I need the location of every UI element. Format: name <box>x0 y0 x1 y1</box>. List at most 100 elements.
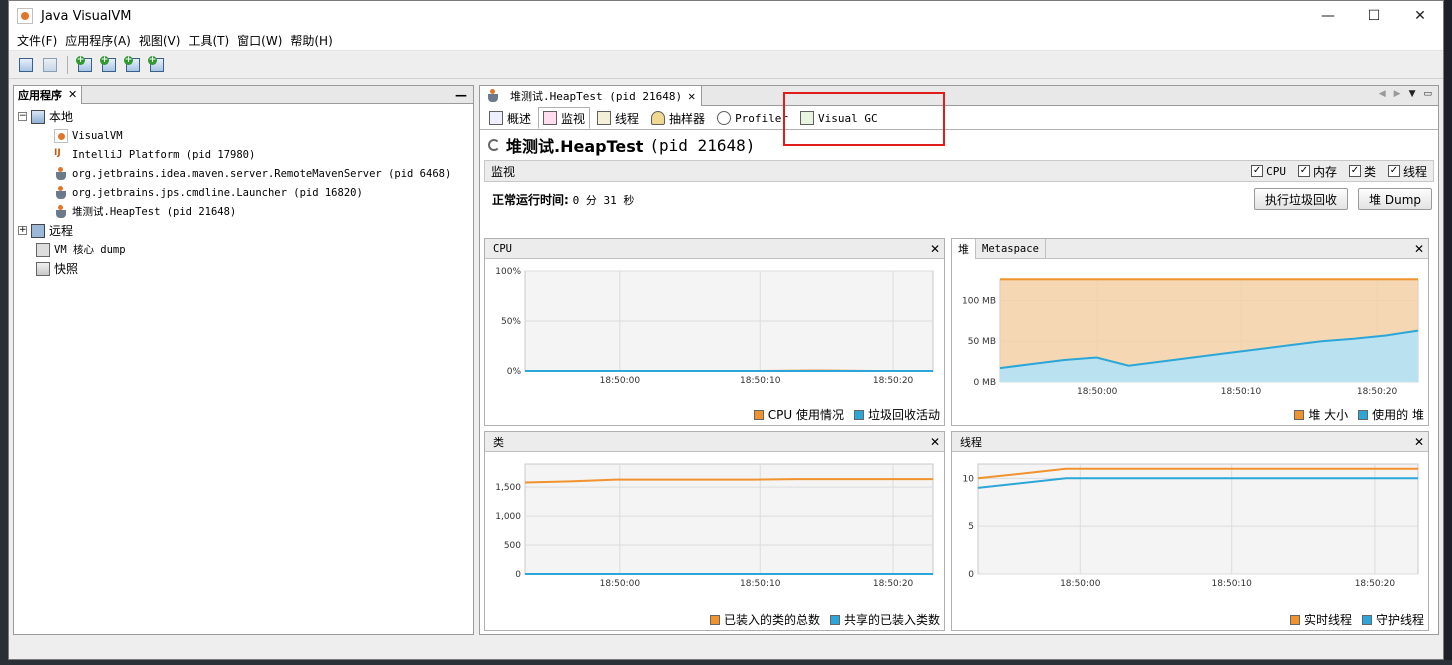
cpu-chart-title: CPU <box>493 242 512 255</box>
tab-threads[interactable]: 线程 <box>592 107 644 129</box>
scroll-left-icon[interactable]: ◀ <box>1379 89 1386 99</box>
legend-item: 使用的 堆 <box>1358 406 1424 423</box>
add-core-dump-icon[interactable]: + <box>124 55 142 74</box>
threads-chart-title: 线程 <box>960 435 982 449</box>
cpu-chart-close-icon[interactable]: ✕ <box>930 242 940 256</box>
checkbox-cpu[interactable]: ✓ CPU <box>1251 163 1286 180</box>
add-jmx-connection-icon[interactable]: + <box>76 55 94 74</box>
doc-maximize-icon[interactable]: ▭ <box>1423 89 1432 99</box>
tree-node-label: 堆测试.HeapTest (pid 21648) <box>72 206 237 218</box>
menu-bar: 文件(F) 应用程序(A) 视图(V) 工具(T) 窗口(W) 帮助(H) <box>9 31 1443 51</box>
tab-sampler[interactable]: 抽样器 <box>646 107 710 129</box>
tab-label: Profiler <box>735 111 789 125</box>
tree-node-label: IntelliJ Platform (pid 17980) <box>72 148 256 161</box>
checkbox-check-icon: ✓ <box>1348 165 1361 177</box>
tree-node-visualvm[interactable]: VisualVM <box>14 126 473 145</box>
tree-node-maven-server[interactable]: org.jetbrains.idea.maven.server.RemoteMa… <box>14 164 473 183</box>
x-tick-label: 18:50:00 <box>1060 579 1101 589</box>
applications-tab[interactable]: 应用程序 ✕ <box>14 85 83 104</box>
checkbox-classes[interactable]: ✓ 类 <box>1348 163 1376 180</box>
legend-item: 已装入的类的总数 <box>709 611 820 628</box>
checkbox-check-icon: ✓ <box>1297 165 1310 177</box>
x-tick-label: 18:50:00 <box>600 579 641 589</box>
checkbox-check-icon: ✓ <box>1387 165 1400 177</box>
doc-list-icon[interactable]: ▼ <box>1409 89 1416 99</box>
tree-node-snapshots[interactable]: 快照 <box>14 259 473 278</box>
minimize-button[interactable]: — <box>1305 1 1351 31</box>
java-app-icon <box>486 89 500 103</box>
menu-view[interactable]: 视图(V) <box>135 32 185 49</box>
heap-dump-button[interactable]: 堆 Dump <box>1358 188 1432 210</box>
y-tick-label: 0% <box>507 367 522 377</box>
threads-chart-close-icon[interactable]: ✕ <box>1414 435 1424 449</box>
heap-chart: 0 MB 50 MB 100 MB 18:50:00 18:50:10 18:50:20 <box>962 278 1419 397</box>
checkbox-memory[interactable]: ✓ 内存 <box>1297 163 1337 180</box>
expand-icon[interactable]: + <box>18 226 27 235</box>
checkbox-threads[interactable]: ✓ 线程 <box>1387 163 1427 180</box>
x-tick-label: 18:50:20 <box>873 579 914 589</box>
heaptest-document-tab[interactable]: 堆测试.HeapTest (pid 21648) ✕ <box>480 86 703 106</box>
classes-chart-close-icon[interactable]: ✕ <box>930 435 940 449</box>
tree-node-jps-launcher[interactable]: org.jetbrains.jps.cmdline.Launcher (pid … <box>14 183 473 202</box>
tab-metaspace[interactable]: Metaspace <box>976 238 1046 259</box>
legend-label: CPU 使用情况 <box>767 408 844 422</box>
menu-window[interactable]: 窗口(W) <box>233 32 286 49</box>
legend-item: 实时线程 <box>1289 611 1352 628</box>
threads-chart-panel: 线程 ✕ 0 5 10 18:50:00 18:50:10 18:50:20 实时线程 守… <box>951 431 1429 631</box>
threads-icon <box>597 111 612 125</box>
menu-tools[interactable]: 工具(T) <box>184 32 233 49</box>
uptime-value: 0 分 31 秒 <box>572 193 635 207</box>
core-dump-icon <box>36 242 50 257</box>
y-tick-label: 10 <box>963 474 975 484</box>
java-app-icon <box>54 185 68 200</box>
remote-host-icon <box>31 223 45 238</box>
y-tick-label: 0 <box>515 570 521 580</box>
tab-overview[interactable]: 概述 <box>484 107 536 129</box>
perform-gc-button[interactable]: 执行垃圾回收 <box>1254 188 1349 210</box>
classes-chart-panel: 类 ✕ 0 500 1,000 1,500 18:50:00 18:50:10 18:50:… <box>484 431 945 631</box>
y-tick-label: 500 <box>504 541 521 551</box>
tab-monitor[interactable]: 监视 <box>538 107 591 129</box>
snapshot-icon <box>36 261 50 276</box>
tab-label: 抽样器 <box>669 111 706 126</box>
tree-node-local[interactable]: − 本地 <box>14 107 473 126</box>
maximize-button[interactable]: ☐ <box>1351 1 1397 31</box>
scroll-right-icon[interactable]: ▶ <box>1394 89 1401 99</box>
menu-applications[interactable]: 应用程序(A) <box>61 32 135 49</box>
title-bar: Java VisualVM — ☐ ✕ <box>9 1 1443 31</box>
applications-tab-close-icon[interactable]: ✕ <box>68 88 77 101</box>
menu-help[interactable]: 帮助(H) <box>286 32 336 49</box>
tree-node-label: VM 核心 dump <box>54 244 126 256</box>
window-title: Java VisualVM <box>41 8 132 24</box>
legend-label: 共享的已装入类数 <box>843 613 940 627</box>
add-snapshot-icon[interactable]: + <box>148 55 166 74</box>
tab-profiler[interactable]: Profiler <box>712 107 793 129</box>
close-window-button[interactable]: ✕ <box>1397 1 1443 31</box>
classes-chart: 0 500 1,000 1,500 18:50:00 18:50:10 18:50:20 <box>495 463 934 589</box>
heap-chart-close-icon[interactable]: ✕ <box>1414 242 1424 256</box>
tree-node-label: org.jetbrains.jps.cmdline.Launcher (pid … <box>72 186 363 199</box>
visualvm-logo-icon <box>17 8 33 24</box>
checkbox-check-icon: ✓ <box>1251 165 1264 177</box>
applications-tab-label: 应用程序 <box>18 88 62 102</box>
doc-tab-close-icon[interactable]: ✕ <box>688 89 695 103</box>
load-snapshot-icon[interactable] <box>17 56 35 74</box>
tree-node-label: org.jetbrains.idea.maven.server.RemoteMa… <box>72 167 452 180</box>
overview-icon <box>489 111 503 125</box>
java-app-icon <box>54 166 68 181</box>
save-icon[interactable] <box>41 56 59 74</box>
panel-minimize-button[interactable]: — <box>455 88 467 102</box>
tree-node-remote[interactable]: + 远程 <box>14 221 473 240</box>
tree-node-intellij[interactable]: IntelliJ Platform (pid 17980) <box>14 145 473 164</box>
tree-node-heaptest[interactable]: 堆测试.HeapTest (pid 21648) <box>14 202 473 221</box>
menu-file[interactable]: 文件(F) <box>13 32 61 49</box>
checkbox-label: 线程 <box>1402 164 1427 179</box>
x-tick-label: 18:50:10 <box>1211 579 1252 589</box>
add-remote-host-icon[interactable]: + <box>100 55 118 74</box>
tree-node-core-dump[interactable]: VM 核心 dump <box>14 240 473 259</box>
tab-heap[interactable]: 堆 <box>952 238 976 259</box>
sampler-icon <box>651 111 666 125</box>
collapse-icon[interactable]: − <box>18 112 27 121</box>
legend-label: 垃圾回收活动 <box>867 408 940 422</box>
legend-item: 堆 大小 <box>1294 406 1348 423</box>
